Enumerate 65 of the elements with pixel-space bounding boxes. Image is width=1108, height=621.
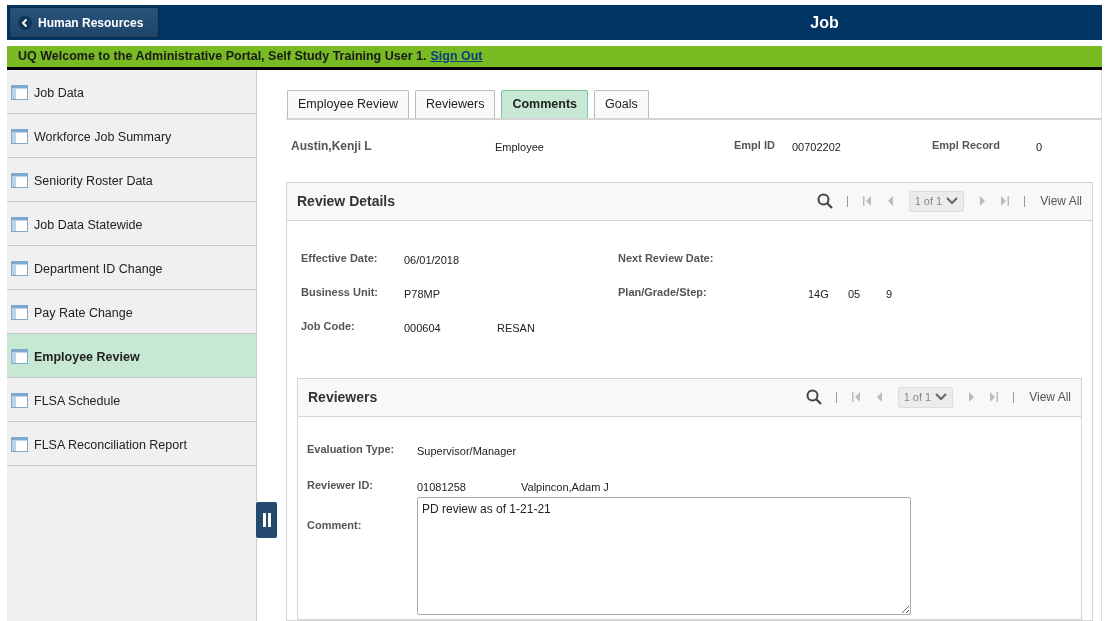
separator-icon xyxy=(846,195,849,207)
field-label: Comment: xyxy=(307,517,363,533)
panel-title: Reviewers xyxy=(308,387,379,407)
field-value: 000604 xyxy=(404,320,442,336)
field-value: 0 xyxy=(1036,139,1043,155)
page-icon xyxy=(11,305,28,320)
field-value: RESAN xyxy=(497,320,535,336)
sidebar-item[interactable]: FLSA Reconciliation Report xyxy=(7,422,256,466)
sidebar-item[interactable]: Workforce Job Summary xyxy=(7,114,256,158)
view-all-link[interactable]: View All xyxy=(1040,192,1082,211)
page-icon xyxy=(11,85,28,100)
sidebar-item[interactable]: Job Data Statewide xyxy=(7,202,256,246)
page-icon xyxy=(11,217,28,232)
sidebar-item[interactable]: Seniority Roster Data xyxy=(7,158,256,202)
sidebar-item[interactable]: Job Data xyxy=(7,70,256,114)
field-label: Job Code: xyxy=(301,318,356,334)
tab[interactable]: Goals xyxy=(594,90,649,118)
separator-icon xyxy=(1013,391,1016,403)
sidebar-item[interactable]: Employee Review xyxy=(7,334,256,378)
field-label: Next Review Date: xyxy=(618,250,715,266)
welcome-text: UQ Welcome to the Administrative Portal, Self Study Training User 1. xyxy=(18,48,427,66)
field-label: Plan/Grade/Step: xyxy=(618,284,708,300)
view-all-link[interactable]: View All xyxy=(1029,388,1071,407)
field-value: 00702202 xyxy=(792,139,842,155)
tab[interactable]: Comments xyxy=(501,90,588,118)
sidebar-item[interactable]: FLSA Schedule xyxy=(7,378,256,422)
tab[interactable]: Employee Review xyxy=(287,90,410,118)
field-value: Valpincon,Adam J xyxy=(521,479,609,495)
page-icon xyxy=(11,261,28,276)
comment-field[interactable]: PD review as of 1-21-21 xyxy=(417,496,911,615)
field-value: 01081258 xyxy=(417,479,467,495)
field-label: Reviewer ID: xyxy=(307,477,375,493)
field-value: 14G xyxy=(808,286,830,302)
employee-type: Employee xyxy=(495,139,545,155)
page-icon xyxy=(11,129,28,144)
field-value: 9 xyxy=(886,286,894,302)
chevron-down-icon xyxy=(946,197,959,206)
sidebar-item[interactable]: Department ID Change xyxy=(7,246,256,290)
field-label: Empl Record xyxy=(932,137,1001,153)
back-button[interactable]: Human Resources xyxy=(9,7,159,38)
field-label: Effective Date: xyxy=(301,250,379,266)
page-title: Job xyxy=(810,12,839,33)
field-value: 06/01/2018 xyxy=(404,252,461,268)
separator-icon xyxy=(835,391,838,403)
field-value: 05 xyxy=(848,286,862,302)
panel-title: Review Details xyxy=(297,191,397,211)
field-label: Business Unit: xyxy=(301,284,379,300)
employee-name: Austin,Kenji L xyxy=(291,137,373,155)
separator-icon xyxy=(1024,195,1027,207)
chevron-left-icon xyxy=(18,15,32,30)
field-value: Supervisor/Manager xyxy=(417,443,518,459)
search-icon[interactable] xyxy=(816,193,833,210)
page-icon xyxy=(11,437,28,452)
sign-out-link[interactable]: Sign Out xyxy=(430,47,483,66)
field-value: P78MP xyxy=(404,286,442,302)
field-label: Evaluation Type: xyxy=(307,441,396,457)
page-icon xyxy=(11,349,28,364)
page-icon xyxy=(11,393,28,408)
tab[interactable]: Reviewers xyxy=(415,90,496,118)
page-icon xyxy=(11,173,28,188)
search-icon[interactable] xyxy=(805,389,822,406)
pause-icon xyxy=(262,513,271,527)
collapse-handle[interactable] xyxy=(256,502,277,538)
field-label: Empl ID xyxy=(734,137,776,153)
chevron-down-icon xyxy=(935,393,948,402)
